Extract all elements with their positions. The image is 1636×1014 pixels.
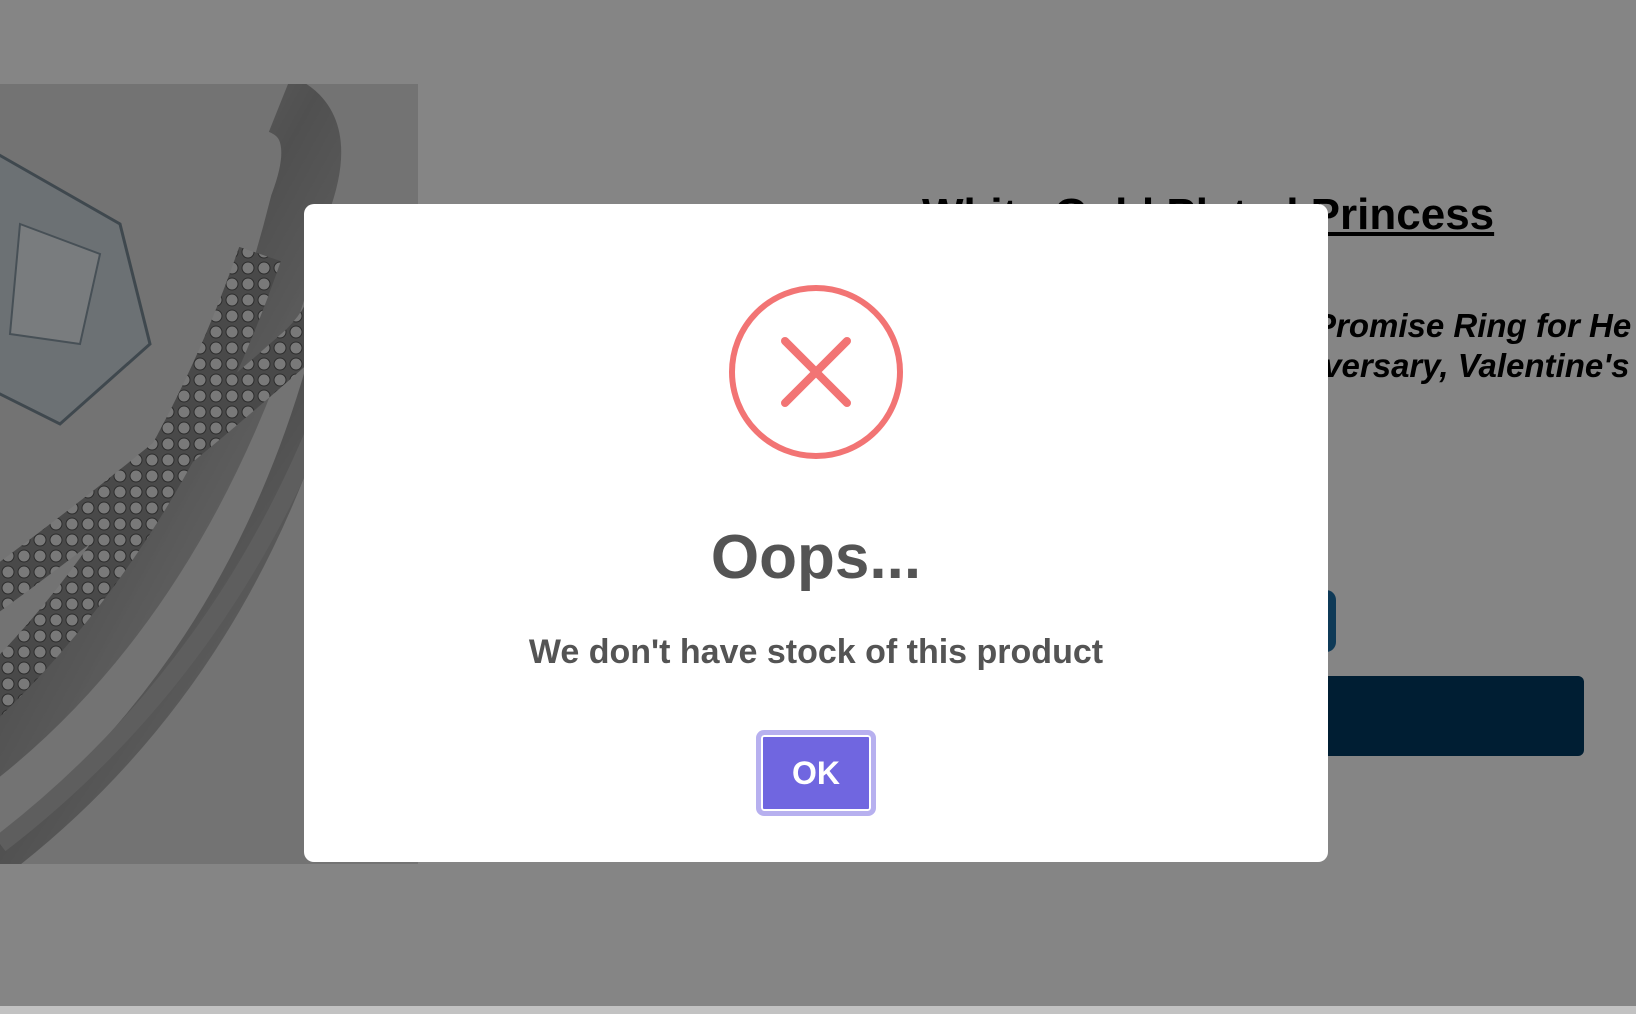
page-divider xyxy=(0,1006,1636,1014)
dialog-title: Oops... xyxy=(710,523,922,592)
error-x-circle-icon xyxy=(728,284,904,460)
product-page: White Gold Plated Princess Promise Ring … xyxy=(0,0,1636,1014)
ok-button[interactable]: OK xyxy=(756,730,876,816)
dialog-message: We don't have stock of this product xyxy=(528,633,1104,671)
error-dialog: Oops... We don't have stock of this prod… xyxy=(304,204,1328,862)
